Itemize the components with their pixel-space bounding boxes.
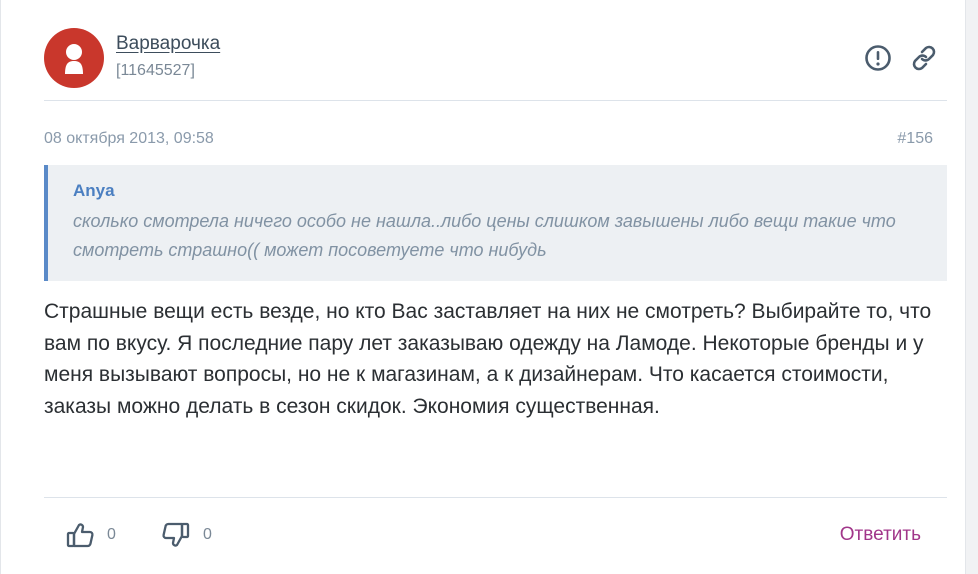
exclamation-circle-icon (865, 45, 891, 71)
quote-author: Anya (73, 181, 115, 200)
post-body: Страшные вещи есть везде, но кто Вас зас… (44, 300, 932, 418)
quote-block: Anya сколько смотрела ничего особо не на… (44, 165, 947, 281)
copy-link-button[interactable] (908, 42, 940, 74)
thumbs-up-icon (66, 523, 94, 548)
like-button[interactable]: 0 (65, 520, 116, 550)
footer-divider (44, 497, 947, 498)
like-count: 0 (107, 526, 116, 543)
quote-text: сколько смотрела ничего особо не нашла..… (73, 211, 896, 260)
header-divider (44, 100, 947, 101)
forum-post-card: Варварочка [11645527] 08 октября 2013, 0… (0, 0, 966, 574)
author-name-link[interactable]: Варварочка (116, 33, 220, 55)
post-date: 08 октября 2013, 09:58 (44, 130, 214, 147)
dislike-button[interactable]: 0 (161, 520, 212, 550)
thumbs-down-icon (162, 522, 190, 547)
avatar[interactable] (44, 28, 104, 88)
author-id: [11645527] (116, 62, 195, 79)
chain-link-icon (912, 45, 936, 71)
dislike-count: 0 (203, 526, 212, 543)
user-silhouette-icon (65, 44, 83, 74)
report-button[interactable] (864, 44, 892, 72)
reply-button[interactable]: Ответить (840, 524, 921, 546)
post-number-link[interactable]: #156 (897, 130, 933, 148)
